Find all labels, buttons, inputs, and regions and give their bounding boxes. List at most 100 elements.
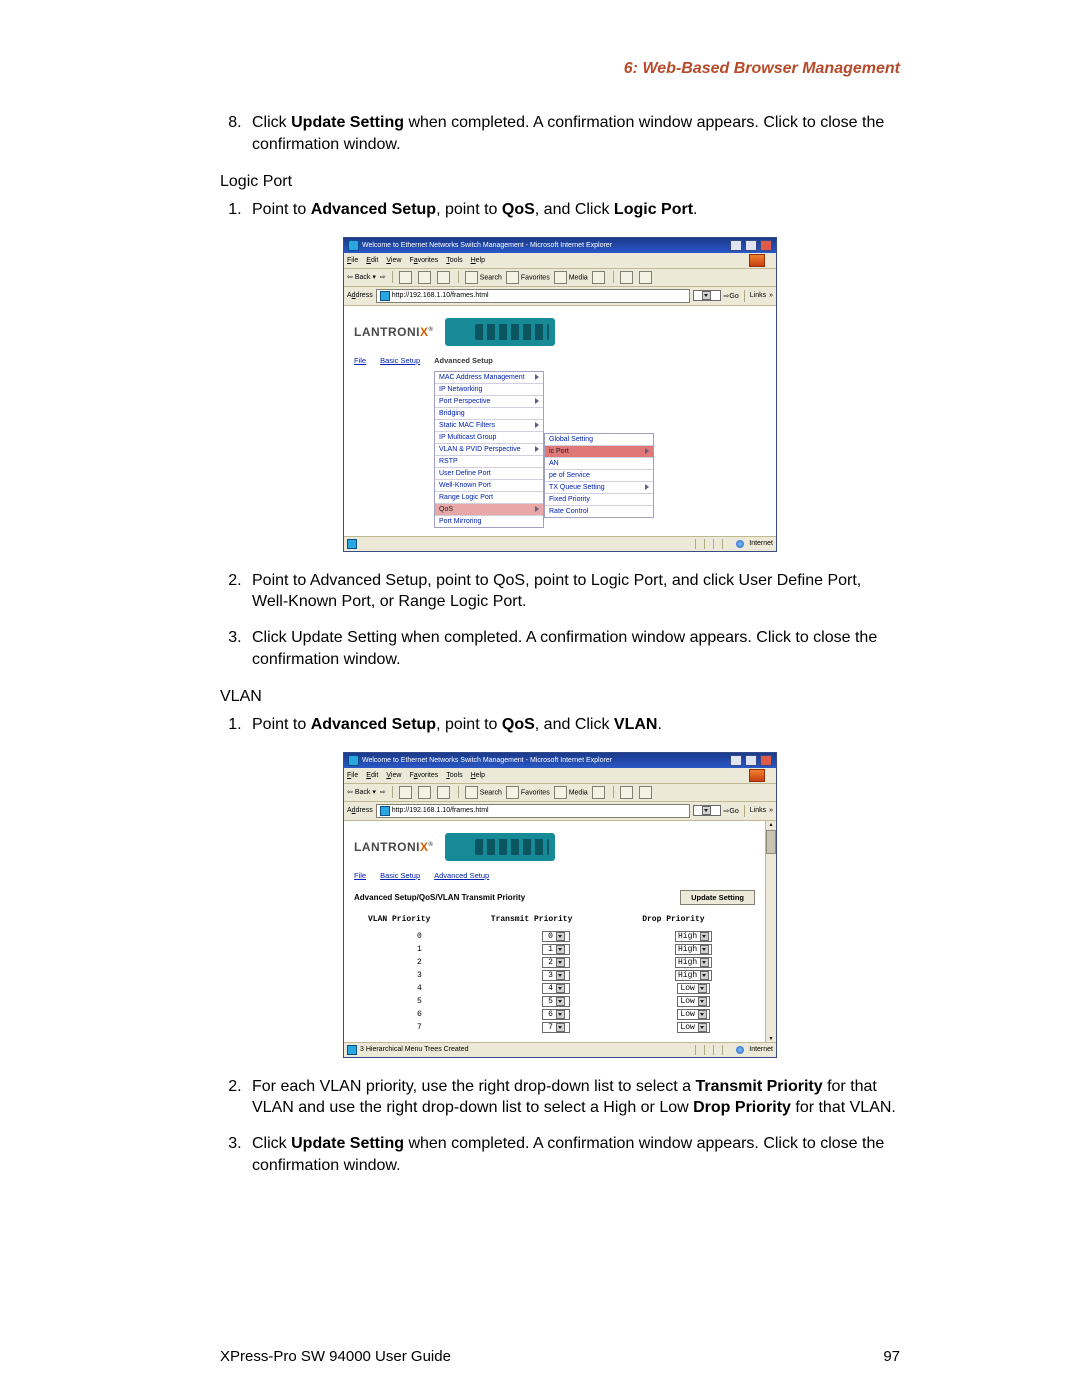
- favorites-button[interactable]: Favorites: [506, 786, 550, 799]
- stop-icon[interactable]: [399, 271, 412, 284]
- submenu-item[interactable]: Rate Control: [545, 506, 653, 517]
- refresh-icon[interactable]: [418, 271, 431, 284]
- favorites-button[interactable]: Favorites: [506, 271, 550, 284]
- vertical-scrollbar[interactable]: ▴ ▾: [765, 821, 776, 1042]
- transmit-priority-select[interactable]: 4: [542, 983, 570, 994]
- go-button[interactable]: ⇨Go: [724, 807, 739, 815]
- transmit-priority-select[interactable]: 6: [542, 1009, 570, 1020]
- submenu-item[interactable]: TX Queue Setting: [545, 482, 653, 494]
- submenu-item[interactable]: Global Setting: [545, 434, 653, 446]
- nav-advanced-setup[interactable]: Advanced Setup: [434, 871, 489, 880]
- drop-priority-select[interactable]: Low: [677, 1009, 709, 1020]
- drop-priority-select[interactable]: High: [675, 931, 712, 942]
- home-icon[interactable]: [437, 271, 450, 284]
- menu-tools[interactable]: Tools: [446, 257, 462, 264]
- maximize-button[interactable]: [745, 755, 757, 766]
- title-bar[interactable]: Welcome to Ethernet Networks Switch Mana…: [344, 753, 776, 768]
- menu-item[interactable]: Static MAC Filters: [435, 420, 543, 432]
- media-button[interactable]: Media: [554, 786, 588, 799]
- go-button[interactable]: ⇨Go: [724, 292, 739, 300]
- menu-item[interactable]: QoS: [435, 504, 543, 516]
- mail-icon[interactable]: [620, 786, 633, 799]
- transmit-priority-select[interactable]: 7: [542, 1022, 570, 1033]
- menu-item[interactable]: Port Mirroring: [435, 516, 543, 527]
- links-label[interactable]: Links: [750, 292, 766, 299]
- menu-edit[interactable]: Edit: [366, 257, 378, 264]
- history-icon[interactable]: [592, 786, 605, 799]
- home-icon[interactable]: [437, 786, 450, 799]
- menu-item[interactable]: Port Perspective: [435, 396, 543, 408]
- print-icon[interactable]: [639, 786, 652, 799]
- menu-item[interactable]: IP Networking: [435, 384, 543, 396]
- submenu-item[interactable]: AN: [545, 458, 653, 470]
- transmit-priority-select[interactable]: 1: [542, 944, 570, 955]
- menu-favorites[interactable]: Favorites: [409, 257, 438, 264]
- address-dropdown[interactable]: [693, 290, 721, 301]
- menu-view[interactable]: View: [386, 257, 401, 264]
- cell-drop-priority: High: [632, 956, 755, 969]
- address-bar: Address http://192.168.1.10/frames.html …: [344, 287, 776, 306]
- cell-vlan-priority: 5: [358, 995, 481, 1008]
- menu-file[interactable]: FFileile: [347, 257, 358, 264]
- address-input[interactable]: http://192.168.1.10/frames.html: [376, 289, 690, 303]
- menu-file[interactable]: File: [347, 772, 358, 779]
- close-button[interactable]: [760, 755, 772, 766]
- forward-button[interactable]: ⇨: [380, 274, 386, 281]
- back-button[interactable]: ⇦ Back ▾: [347, 789, 376, 796]
- transmit-priority-select[interactable]: 5: [542, 996, 570, 1007]
- drop-priority-select[interactable]: High: [675, 970, 712, 981]
- menu-item[interactable]: RSTP: [435, 456, 543, 468]
- maximize-button[interactable]: [745, 240, 757, 251]
- menu-item[interactable]: IP Multicast Group: [435, 432, 543, 444]
- scroll-thumb[interactable]: [766, 830, 776, 854]
- nav-advanced-setup[interactable]: Advanced Setup: [434, 356, 493, 365]
- nav-basic-setup[interactable]: Basic Setup: [380, 871, 420, 880]
- print-icon[interactable]: [639, 271, 652, 284]
- menu-help[interactable]: Help: [471, 257, 485, 264]
- menu-view[interactable]: View: [386, 772, 401, 779]
- links-label[interactable]: Links: [750, 807, 766, 814]
- transmit-priority-select[interactable]: 0: [542, 931, 570, 942]
- media-button[interactable]: Media: [554, 271, 588, 284]
- nav-basic-setup[interactable]: Basic Setup: [380, 356, 420, 365]
- drop-priority-select[interactable]: Low: [677, 983, 709, 994]
- menu-item[interactable]: VLAN & PVID Perspective: [435, 444, 543, 456]
- history-icon[interactable]: [592, 271, 605, 284]
- title-bar[interactable]: Welcome to Ethernet Networks Switch Mana…: [344, 238, 776, 253]
- close-button[interactable]: [760, 240, 772, 251]
- page-footer: XPress-Pro SW 94000 User Guide 97: [220, 1348, 900, 1365]
- address-input[interactable]: http://192.168.1.10/frames.html: [376, 804, 690, 818]
- refresh-icon[interactable]: [418, 786, 431, 799]
- drop-priority-select[interactable]: High: [675, 957, 712, 968]
- menu-item[interactable]: Range Logic Port: [435, 492, 543, 504]
- menu-item[interactable]: Bridging: [435, 408, 543, 420]
- transmit-priority-select[interactable]: 3: [542, 970, 570, 981]
- minimize-button[interactable]: [730, 755, 742, 766]
- mail-icon[interactable]: [620, 271, 633, 284]
- nav-file[interactable]: File: [354, 871, 366, 880]
- stop-icon[interactable]: [399, 786, 412, 799]
- search-button[interactable]: Search: [465, 271, 502, 284]
- menu-edit[interactable]: Edit: [366, 772, 378, 779]
- back-button[interactable]: ⇦ Back ▾: [347, 274, 376, 281]
- status-cells: [695, 1045, 731, 1055]
- menu-item[interactable]: MAC Address Management: [435, 372, 543, 384]
- drop-priority-select[interactable]: Low: [677, 996, 709, 1007]
- drop-priority-select[interactable]: High: [675, 944, 712, 955]
- minimize-button[interactable]: [730, 240, 742, 251]
- search-button[interactable]: Search: [465, 786, 502, 799]
- forward-button[interactable]: ⇨: [380, 789, 386, 796]
- menu-tools[interactable]: Tools: [446, 772, 462, 779]
- nav-file[interactable]: File: [354, 356, 366, 365]
- submenu-item[interactable]: pe of Service: [545, 470, 653, 482]
- submenu-item[interactable]: ic Port: [545, 446, 653, 458]
- submenu-item[interactable]: Fixed Priority: [545, 494, 653, 506]
- menu-favorites[interactable]: Favorites: [409, 772, 438, 779]
- update-setting-button[interactable]: Update Setting: [680, 890, 755, 905]
- menu-item[interactable]: User Define Port: [435, 468, 543, 480]
- transmit-priority-select[interactable]: 2: [542, 957, 570, 968]
- menu-item[interactable]: Well-Known Port: [435, 480, 543, 492]
- address-dropdown[interactable]: [693, 805, 721, 816]
- drop-priority-select[interactable]: Low: [677, 1022, 709, 1033]
- menu-help[interactable]: Help: [471, 772, 485, 779]
